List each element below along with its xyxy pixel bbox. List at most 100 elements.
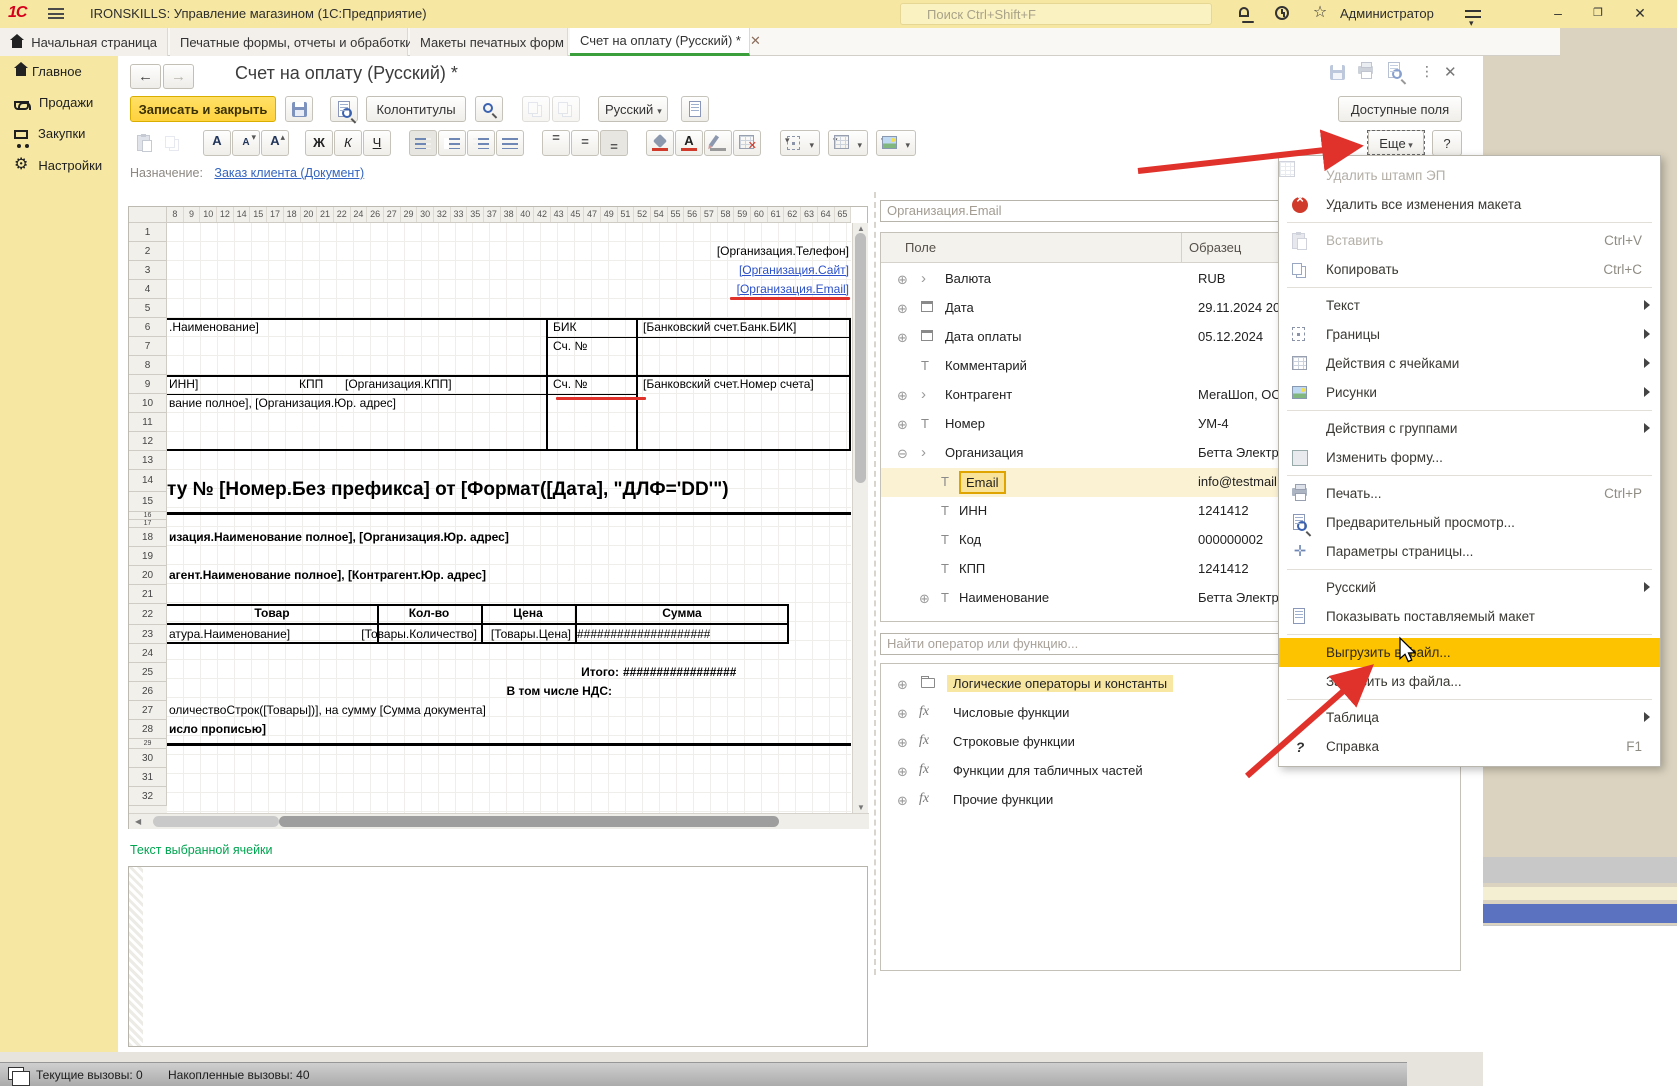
menu-item-15[interactable]: Печать...Ctrl+P bbox=[1279, 479, 1660, 508]
sheet-cell-r7[interactable]: Сч. № bbox=[553, 337, 587, 356]
expand-icon[interactable]: ⊕ bbox=[897, 735, 908, 750]
field-name[interactable]: Валюта bbox=[945, 271, 991, 286]
menu-item-5[interactable]: КопироватьCtrl+C bbox=[1279, 255, 1660, 284]
sheet-cell-r9[interactable]: КПП bbox=[299, 375, 323, 394]
bold-button[interactable]: Ж bbox=[305, 130, 333, 156]
underline-button[interactable]: Ч bbox=[363, 130, 391, 156]
history-clock-icon[interactable] bbox=[1273, 5, 1291, 23]
row-header[interactable]: 30 bbox=[129, 749, 167, 768]
field-name[interactable]: Дата bbox=[945, 300, 974, 315]
sidebar-item-4[interactable]: ⚙Настройки bbox=[0, 149, 118, 181]
field-name[interactable]: ИНН bbox=[959, 503, 987, 518]
back-button[interactable]: ← bbox=[130, 64, 161, 89]
sheet-cell-r22[interactable]: Товар bbox=[167, 604, 377, 625]
borders-dropdown[interactable]: ▾ bbox=[780, 130, 820, 156]
valign-center-button[interactable]: = bbox=[571, 130, 599, 156]
expand-icon[interactable]: ⊕ bbox=[897, 417, 908, 432]
current-user[interactable]: Администратор bbox=[1340, 6, 1434, 21]
row-header[interactable]: 3 bbox=[129, 261, 167, 280]
row-header[interactable]: 21 bbox=[129, 585, 167, 604]
border-color-button[interactable] bbox=[704, 130, 732, 156]
copy-appearance-button[interactable] bbox=[522, 96, 550, 122]
menu-item-25[interactable]: Таблица bbox=[1279, 703, 1660, 732]
expand-icon[interactable]: ⊕ bbox=[897, 677, 908, 692]
page-view-button[interactable] bbox=[681, 96, 709, 122]
language-selector[interactable]: Русский bbox=[598, 96, 668, 122]
main-menu-icon[interactable] bbox=[48, 8, 64, 19]
row-header[interactable]: 29 bbox=[129, 739, 167, 749]
sheet-cell-r22[interactable]: Сумма bbox=[575, 604, 789, 625]
sheet-cell-r20[interactable]: агент.Наименование полное], [Контрагент.… bbox=[169, 566, 486, 585]
expand-icon[interactable]: ⊕ bbox=[919, 591, 930, 606]
sheet-cell-r22[interactable]: Цена bbox=[481, 604, 575, 625]
sheet-cell-r9[interactable]: ИНН] bbox=[169, 375, 198, 394]
maximize-button[interactable]: ❐ bbox=[1585, 4, 1611, 24]
valign-bottom-button[interactable]: = bbox=[600, 130, 628, 156]
font-larger-button[interactable]: А▴ bbox=[261, 130, 289, 156]
row-header[interactable]: 27 bbox=[129, 701, 167, 720]
sheet-cell-r3[interactable]: [Организация.Сайт] bbox=[739, 261, 849, 280]
expand-icon[interactable]: ⊕ bbox=[897, 793, 908, 808]
tab-2[interactable]: Печатные формы, отчеты и обработки✕ bbox=[170, 28, 408, 56]
menu-item-22[interactable]: Выгрузить в файл... bbox=[1279, 638, 1660, 667]
font-smaller-button[interactable]: А▾ bbox=[232, 130, 260, 156]
row-header[interactable]: 25 bbox=[129, 663, 167, 682]
align-left-button[interactable] bbox=[409, 130, 437, 156]
field-name[interactable]: КПП bbox=[959, 561, 985, 576]
menu-item-13[interactable]: Изменить форму... bbox=[1279, 443, 1660, 472]
template-spreadsheet[interactable]: 8910121415171820212224262729303233353738… bbox=[128, 206, 868, 829]
sheet-column-headers[interactable]: 8910121415171820212224262729303233353738… bbox=[167, 207, 851, 223]
save-and-close-button[interactable]: Записать и закрыть bbox=[130, 96, 276, 122]
sheet-cell-r25[interactable]: ################# bbox=[623, 663, 736, 682]
sheet-cell-r6[interactable]: [Банковский счет.Банк.БИК] bbox=[643, 318, 796, 337]
row-header[interactable]: 32 bbox=[129, 787, 167, 806]
collapse-icon[interactable]: ⊖ bbox=[897, 446, 908, 461]
row-header[interactable]: 19 bbox=[129, 547, 167, 566]
paste-button[interactable] bbox=[130, 130, 158, 156]
row-header[interactable]: 17 bbox=[129, 520, 167, 528]
row-header[interactable]: 9 bbox=[129, 375, 167, 394]
preview-icon[interactable] bbox=[1388, 62, 1406, 80]
favorites-star-icon[interactable]: ☆ bbox=[1311, 5, 1329, 23]
field-name[interactable]: Номер bbox=[945, 416, 985, 431]
menu-item-16[interactable]: Предварительный просмотр... bbox=[1279, 508, 1660, 537]
tab-1[interactable]: Начальная страница bbox=[0, 28, 168, 56]
row-header[interactable]: 31 bbox=[129, 768, 167, 787]
valign-top-button[interactable]: = bbox=[542, 130, 570, 156]
sheet-cell-r10[interactable]: вание полное], [Организация.Юр. адрес] bbox=[169, 394, 396, 413]
sheet-cell-r14[interactable]: ту № [Номер.Без префикса] от [Формат([Да… bbox=[167, 470, 729, 512]
row-header[interactable]: 1 bbox=[129, 223, 167, 242]
menu-item-8[interactable]: Границы bbox=[1279, 320, 1660, 349]
print-icon[interactable] bbox=[1358, 64, 1378, 82]
tab-3[interactable]: Макеты печатных форм✕ bbox=[410, 28, 568, 56]
menu-item-2[interactable]: Удалить все изменения макета bbox=[1279, 190, 1660, 219]
save-icon[interactable] bbox=[1330, 64, 1348, 82]
row-header[interactable]: 23 bbox=[129, 625, 167, 644]
expand-icon[interactable]: ⊕ bbox=[897, 272, 908, 287]
row-header[interactable]: 15 bbox=[129, 492, 167, 512]
field-name[interactable]: Комментарий bbox=[945, 358, 1027, 373]
italic-button[interactable]: К bbox=[334, 130, 362, 156]
menu-item-19[interactable]: Русский bbox=[1279, 573, 1660, 602]
selected-cell-text-box[interactable] bbox=[128, 866, 868, 1047]
forward-button[interactable]: → bbox=[163, 64, 194, 89]
fill-color-button[interactable] bbox=[646, 130, 674, 156]
copy-button[interactable] bbox=[159, 130, 187, 156]
font-color-button[interactable]: А bbox=[675, 130, 703, 156]
sheet-row-headers[interactable]: 1234567891011121314151617181920212223242… bbox=[129, 223, 167, 813]
font-button[interactable]: А bbox=[203, 130, 231, 156]
menu-item-23[interactable]: Загрузить из файла... bbox=[1279, 667, 1660, 696]
notifications-bell-icon[interactable] bbox=[1235, 5, 1253, 23]
align-center-button[interactable] bbox=[438, 130, 466, 156]
sidebar-item-1[interactable]: Главное bbox=[0, 56, 118, 87]
row-header[interactable]: 7 bbox=[129, 337, 167, 356]
cells-dropdown[interactable]: ▾ bbox=[828, 130, 868, 156]
kebab-menu-icon[interactable]: ⋮ bbox=[1420, 63, 1434, 80]
sheet-cell-r2[interactable]: [Организация.Телефон] bbox=[717, 242, 849, 261]
field-name[interactable]: Контрагент bbox=[945, 387, 1012, 402]
menu-item-10[interactable]: Рисунки bbox=[1279, 378, 1660, 407]
row-header[interactable]: 10 bbox=[129, 394, 167, 413]
field-name[interactable]: Наименование bbox=[959, 590, 1049, 605]
sheet-cell-r9[interactable]: [Организация.КПП] bbox=[345, 375, 452, 394]
sheet-cell-r9[interactable]: Сч. № bbox=[553, 375, 587, 394]
